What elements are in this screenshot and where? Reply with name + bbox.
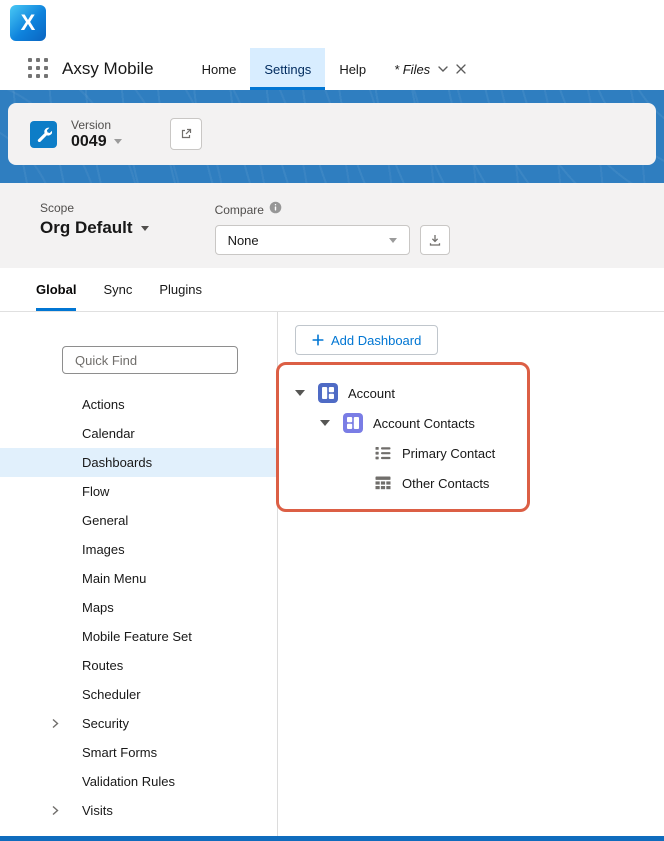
scope-value: Org Default (40, 218, 133, 237)
sidebar-item-label: Validation Rules (82, 774, 175, 789)
annotation-highlight-box: Account Account Contacts Primary Contact… (276, 362, 530, 512)
sidebar-item-label: Security (82, 716, 129, 731)
version-bar: Version 0049 (8, 103, 656, 165)
close-icon[interactable] (456, 64, 466, 74)
account-contacts-object-icon (343, 413, 363, 433)
sidebar-item-mobile-feature-set[interactable]: Mobile Feature Set (0, 622, 277, 651)
sidebar-item-label: Actions (82, 397, 125, 412)
expand-caret-icon[interactable] (320, 420, 330, 426)
sidebar-item-label: Scheduler (82, 687, 141, 702)
version-label: Version (71, 117, 112, 132)
app-launcher-icon[interactable] (28, 58, 50, 80)
toolbar: Scope Org Default Compare None (0, 183, 664, 268)
open-in-new-window-button[interactable] (169, 118, 202, 150)
setup-banner: Version 0049 (0, 90, 664, 183)
version-selector[interactable]: 0049 (71, 133, 122, 151)
expand-caret-icon[interactable] (295, 390, 305, 396)
tab-files-label: * Files (394, 61, 431, 77)
sidebar-item-scheduler[interactable]: Scheduler (0, 680, 277, 709)
caret-down-icon (140, 225, 149, 231)
sidebar-item-smart-forms[interactable]: Smart Forms (0, 738, 277, 767)
tab-help[interactable]: Help (325, 48, 380, 90)
sidebar-item-label: Routes (82, 658, 124, 673)
chevron-right-icon[interactable] (50, 805, 60, 816)
sidebar-item-visits[interactable]: Visits (0, 796, 277, 825)
tree-item-label: Other Contacts (402, 475, 490, 491)
sidebar-item-main-menu[interactable]: Main Menu (0, 564, 277, 593)
global-header: Axsy Mobile Home Settings Help * Files (0, 48, 664, 90)
logo-row: X (0, 0, 664, 48)
compare-select-value: None (227, 232, 259, 248)
content-tabs: Global Sync Plugins (0, 268, 664, 312)
tree-item-account[interactable]: Account (279, 378, 527, 408)
chevron-right-icon[interactable] (50, 718, 60, 729)
version-value: 0049 (71, 132, 107, 150)
tab-plugins[interactable]: Plugins (159, 268, 202, 311)
scope-block: Scope Org Default (40, 201, 149, 268)
tree-item-label: Account Contacts (373, 415, 475, 431)
new-window-icon (181, 128, 191, 139)
caret-down-icon (388, 237, 397, 243)
app-logo-icon[interactable]: X (10, 5, 46, 41)
list-view-icon (373, 443, 393, 463)
compare-block: Compare None (214, 201, 450, 268)
main-area: Actions Calendar Dashboards Flow General… (0, 312, 664, 836)
sidebar-item-security[interactable]: Security (0, 709, 277, 738)
sidebar-item-flow[interactable]: Flow (0, 477, 277, 506)
add-dashboard-label: Add Dashboard (331, 332, 422, 348)
scope-label: Scope (40, 201, 75, 215)
sidebar-item-actions[interactable]: Actions (0, 390, 277, 419)
chevron-down-icon[interactable] (438, 66, 448, 72)
tree-item-label: Primary Contact (402, 445, 496, 461)
sidebar-item-maps[interactable]: Maps (0, 593, 277, 622)
dashboards-panel: Add Dashboard Account Account Contacts P… (276, 312, 664, 836)
sidebar-item-general[interactable]: General (0, 506, 277, 535)
info-icon[interactable] (269, 201, 282, 219)
page: X Axsy Mobile Home Settings Help * Files (0, 0, 664, 841)
sidebar-list: Actions Calendar Dashboards Flow General… (0, 390, 277, 825)
account-object-icon (318, 383, 338, 403)
sidebar-item-label: Visits (82, 803, 113, 818)
sidebar-item-label: Main Menu (82, 571, 147, 586)
download-button[interactable] (419, 225, 450, 255)
sidebar-item-label: Maps (82, 600, 114, 615)
sidebar-item-dashboards[interactable]: Dashboards (0, 448, 277, 477)
scope-selector[interactable]: Org Default (40, 218, 149, 238)
sidebar-item-label: Dashboards (82, 455, 153, 470)
sidebar-item-routes[interactable]: Routes (0, 651, 277, 680)
sidebar-item-validation-rules[interactable]: Validation Rules (0, 767, 277, 796)
top-nav: Home Settings Help * Files (188, 48, 481, 90)
caret-down-icon (113, 139, 122, 144)
settings-sidebar: Actions Calendar Dashboards Flow General… (0, 312, 278, 836)
sidebar-item-label: Calendar (82, 426, 135, 441)
version-text: Version 0049 (71, 118, 122, 151)
compare-select[interactable]: None (214, 225, 410, 255)
tab-files[interactable]: * Files (380, 48, 480, 90)
add-dashboard-button[interactable]: Add Dashboard (295, 325, 439, 355)
bottom-bar (0, 836, 664, 841)
sidebar-item-label: Mobile Feature Set (82, 629, 192, 644)
app-name: Axsy Mobile (62, 59, 154, 78)
sidebar-item-label: General (82, 513, 129, 528)
tab-sync[interactable]: Sync (103, 268, 132, 311)
tab-settings[interactable]: Settings (250, 48, 326, 90)
tab-home[interactable]: Home (188, 48, 251, 90)
tree-item-account-contacts[interactable]: Account Contacts (279, 408, 527, 438)
sidebar-item-label: Smart Forms (82, 745, 158, 760)
table-icon (373, 473, 393, 493)
sidebar-item-label: Images (82, 542, 125, 557)
sidebar-item-label: Flow (82, 484, 110, 499)
compare-label: Compare (214, 203, 264, 217)
setup-wrench-icon (30, 120, 57, 148)
tab-global[interactable]: Global (36, 268, 77, 311)
sidebar-item-calendar[interactable]: Calendar (0, 419, 277, 448)
logo-letter: X (20, 10, 36, 35)
tree-item-primary-contact[interactable]: Primary Contact (279, 438, 527, 468)
download-icon (429, 235, 440, 246)
plus-icon (312, 334, 324, 346)
quick-find-input[interactable] (62, 346, 238, 374)
sidebar-item-images[interactable]: Images (0, 535, 277, 564)
tree-item-other-contacts[interactable]: Other Contacts (279, 468, 527, 498)
tree-item-label: Account (348, 385, 395, 401)
